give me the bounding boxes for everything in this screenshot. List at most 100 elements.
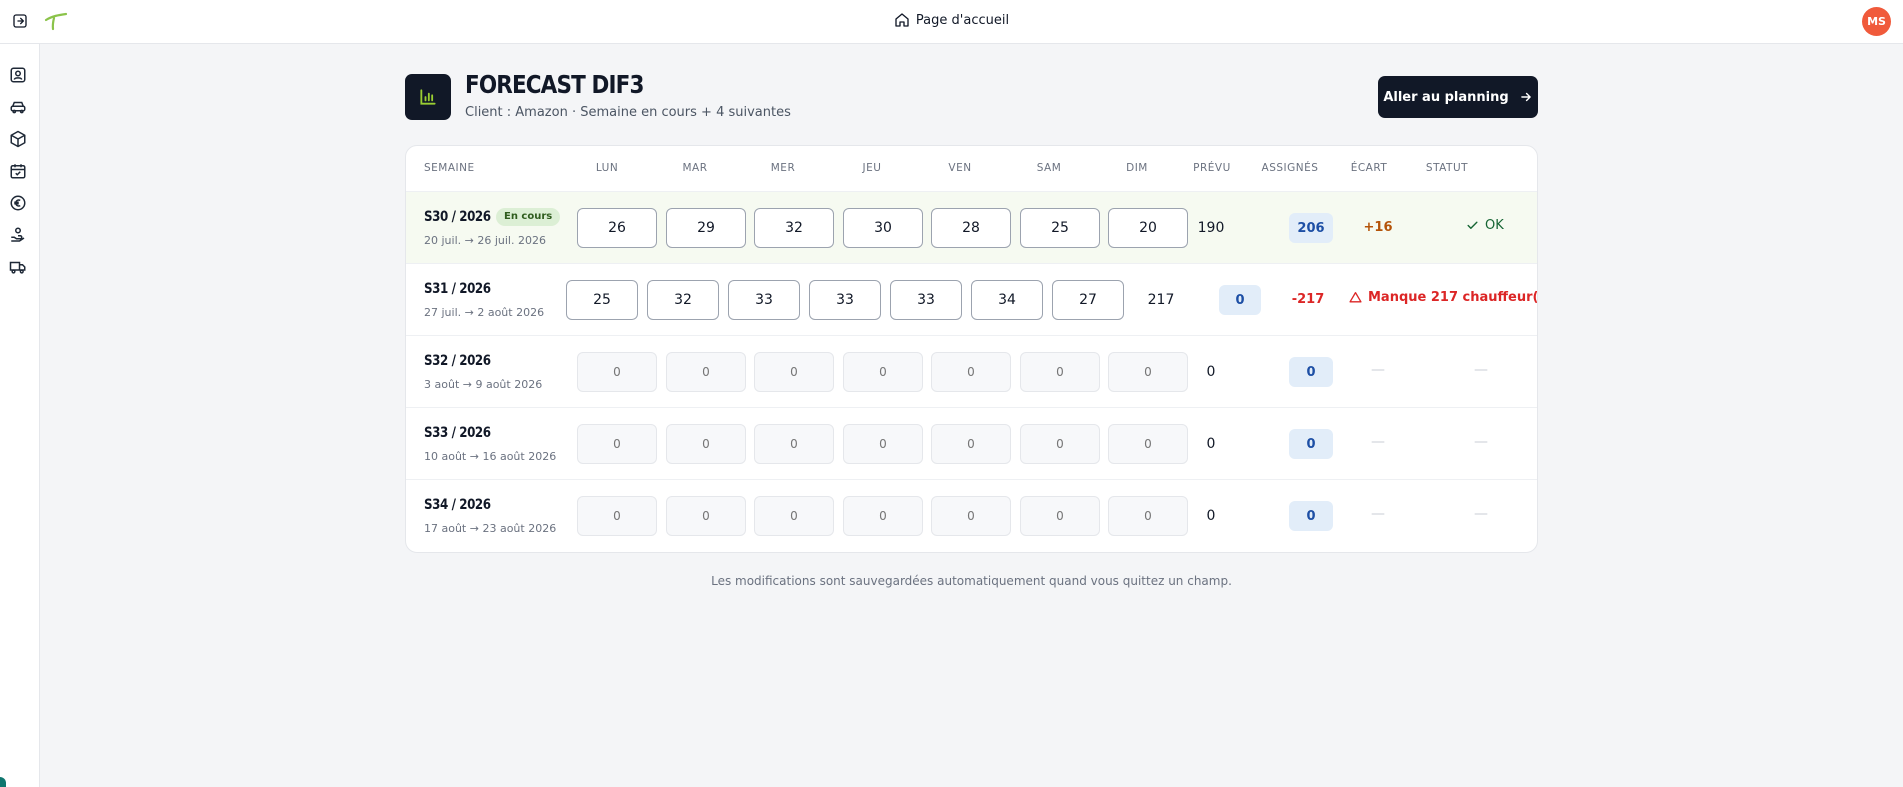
day-forecast-input[interactable] — [931, 496, 1011, 536]
day-forecast-input[interactable] — [843, 208, 923, 248]
day-forecast-input[interactable] — [1020, 424, 1100, 464]
warning-icon — [1349, 291, 1362, 303]
table-header: SEMAINE LUN MAR MER JEU VEN SAM DIM PRÉV… — [406, 146, 1537, 192]
status-warning: Manque 217 chauffeur(s) — [1349, 290, 1538, 305]
top-bar: Page d'accueil MS — [0, 0, 1903, 44]
table-row: S30 / 2026 En cours 20 juil. → 26 juil. 20… — [406, 192, 1537, 264]
current-week-badge: En cours — [496, 208, 561, 226]
assigned-count: 0 — [1289, 429, 1333, 459]
week-date-range: 27 juil. → 2 août 2026 — [424, 306, 545, 319]
sidebar — [0, 44, 40, 787]
table-row: S33 / 2026 10 août → 16 août 2026 0 0 — — — [406, 408, 1537, 480]
table-row: S32 / 2026 3 août → 9 août 2026 0 0 — — — [406, 336, 1537, 408]
week-label: S30 / 2026 — [424, 209, 491, 225]
home-label: Page d'accueil — [915, 12, 1010, 28]
arrow-right-icon — [1520, 92, 1531, 102]
forecast-chart-icon — [405, 74, 451, 120]
day-forecast-input[interactable] — [577, 496, 657, 536]
day-forecast-input[interactable] — [577, 424, 657, 464]
truck-icon[interactable] — [9, 258, 27, 276]
status-text: Manque 217 chauffeur(s) — [1368, 290, 1538, 305]
forecast-table: SEMAINE LUN MAR MER JEU VEN SAM DIM PRÉV… — [405, 145, 1538, 553]
week-date-range: 20 juil. → 26 juil. 2026 — [424, 234, 546, 247]
day-forecast-input[interactable] — [754, 424, 834, 464]
table-row: S31 / 2026 27 juil. → 2 août 2026 217 0 -217… — [406, 264, 1537, 336]
autosave-note: Les modifications sont sauvegardées auto… — [711, 574, 1232, 588]
week-label: S31 / 2026 — [424, 281, 491, 297]
week-date-range: 3 août → 9 août 2026 — [424, 378, 543, 391]
gap-value: — — [1371, 506, 1385, 522]
header-sun: DIM — [1126, 162, 1148, 174]
header-wed: MER — [770, 162, 796, 174]
week-date-range: 10 août → 16 août 2026 — [424, 450, 557, 463]
planned-total: 0 — [1206, 364, 1216, 380]
day-forecast-input[interactable] — [931, 208, 1011, 248]
day-forecast-input[interactable] — [754, 352, 834, 392]
header-mon: LUN — [595, 162, 619, 174]
day-forecast-input[interactable] — [666, 424, 746, 464]
go-to-planning-button[interactable]: Aller au planning — [1378, 76, 1538, 118]
header-assigned: ASSIGNÉS — [1261, 162, 1319, 174]
week-label: S32 / 2026 — [424, 353, 491, 369]
package-icon[interactable] — [9, 130, 27, 148]
day-forecast-input[interactable] — [809, 280, 881, 320]
car-icon[interactable] — [9, 98, 27, 116]
status-value: — — [1474, 434, 1488, 450]
gap-value: +16 — [1363, 220, 1393, 235]
day-forecast-input[interactable] — [1052, 280, 1124, 320]
day-forecast-input[interactable] — [1108, 352, 1188, 392]
day-forecast-input[interactable] — [1108, 424, 1188, 464]
day-forecast-input[interactable] — [890, 280, 962, 320]
day-forecast-input[interactable] — [1020, 496, 1100, 536]
day-forecast-input[interactable] — [666, 496, 746, 536]
planned-total: 0 — [1206, 436, 1216, 452]
table-row: S34 / 2026 17 août → 23 août 2026 0 0 — — — [406, 480, 1537, 552]
planned-total: 0 — [1206, 508, 1216, 524]
status-ok: OK — [1466, 218, 1504, 233]
go-to-planning-label: Aller au planning — [1383, 89, 1509, 105]
calendar-check-icon[interactable] — [9, 162, 27, 180]
day-forecast-input[interactable] — [728, 280, 800, 320]
day-forecast-input[interactable] — [666, 208, 746, 248]
user-avatar[interactable]: MS — [1862, 7, 1891, 36]
planned-total: 190 — [1197, 220, 1225, 236]
day-forecast-input[interactable] — [1108, 496, 1188, 536]
assigned-count: 206 — [1289, 213, 1333, 243]
day-forecast-input[interactable] — [577, 208, 657, 248]
assigned-count: 0 — [1219, 285, 1261, 315]
header-thu: JEU — [862, 162, 882, 174]
contacts-icon[interactable] — [9, 66, 27, 84]
week-date-range: 17 août → 23 août 2026 — [424, 522, 557, 535]
home-link[interactable]: Page d'accueil — [0, 12, 1903, 28]
assigned-count: 0 — [1289, 357, 1333, 387]
gap-value: — — [1371, 434, 1385, 450]
day-forecast-input[interactable] — [1108, 208, 1188, 248]
day-forecast-input[interactable] — [843, 496, 923, 536]
header-status: STATUT — [1425, 162, 1469, 174]
hand-coins-icon[interactable] — [9, 226, 27, 244]
day-forecast-input[interactable] — [843, 352, 923, 392]
day-forecast-input[interactable] — [647, 280, 719, 320]
day-forecast-input[interactable] — [577, 352, 657, 392]
header-fri: VEN — [948, 162, 972, 174]
check-icon — [1467, 221, 1478, 229]
day-forecast-input[interactable] — [931, 352, 1011, 392]
day-forecast-input[interactable] — [971, 280, 1043, 320]
status-text: OK — [1485, 218, 1504, 233]
planned-total: 217 — [1147, 292, 1175, 308]
day-forecast-input[interactable] — [1020, 352, 1100, 392]
day-forecast-input[interactable] — [566, 280, 638, 320]
header-planned: PRÉVU — [1193, 162, 1231, 174]
day-forecast-input[interactable] — [843, 424, 923, 464]
day-forecast-input[interactable] — [666, 352, 746, 392]
header-gap: ÉCART — [1350, 162, 1388, 174]
week-label: S33 / 2026 — [424, 425, 491, 441]
assigned-count: 0 — [1289, 501, 1333, 531]
day-forecast-input[interactable] — [754, 496, 834, 536]
status-value: — — [1474, 506, 1488, 522]
header-sat: SAM — [1036, 162, 1062, 174]
day-forecast-input[interactable] — [1020, 208, 1100, 248]
day-forecast-input[interactable] — [754, 208, 834, 248]
day-forecast-input[interactable] — [931, 424, 1011, 464]
euro-icon[interactable] — [9, 194, 27, 212]
